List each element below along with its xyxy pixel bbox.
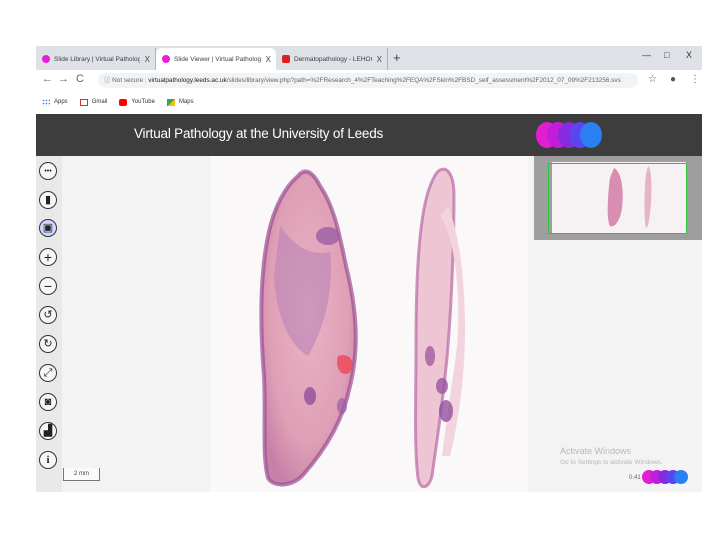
tab-dermatopathology[interactable]: Dermatopathology - LEHOGY X [276,48,388,70]
bookmark-label: Gmail [91,99,108,105]
bookmark-label: Maps [178,99,194,105]
rotate-left-icon[interactable]: ↺ [39,306,57,324]
account-icon[interactable]: ● [670,74,676,85]
tab-close-icon[interactable]: X [266,55,271,64]
browser-window: Slide Library | Virtual Pathology X Slid… [36,46,702,492]
maximize-button[interactable]: □ [664,50,669,60]
url-path: /slides/library/view.php?path=%2FResearc… [226,77,621,84]
bookmark-label: YouTube [131,99,155,105]
rotate-right-icon[interactable]: ↻ [39,335,57,353]
slide-viewer[interactable]: ••• ▮ ▣ + − ↺ ↻ ⤢ ◙ ▟ i 2 mm Activate Wi… [36,156,702,492]
image-icon[interactable]: ▣ [39,219,57,237]
gmail-icon [79,98,88,106]
zoom-in-icon[interactable]: + [39,248,57,266]
apps-grid-icon [42,98,50,106]
forward-button[interactable]: → [58,73,69,85]
leeds-logo[interactable] [536,122,606,148]
tab-slide-library[interactable]: Slide Library | Virtual Pathology X [36,48,156,70]
youtube-icon [119,98,128,106]
viewport-indicator[interactable] [548,163,687,234]
bookmark-maps[interactable]: Maps [166,98,194,106]
viewer-toolbar: ••• ▮ ▣ + − ↺ ↻ ⤢ ◙ ▟ i [36,156,62,492]
youtube-favicon-icon [282,55,290,63]
tab-slide-viewer[interactable]: Slide Viewer | Virtual Pathology X [156,48,276,70]
tab-title: Slide Library | Virtual Pathology [54,55,140,63]
site-favicon-icon [42,55,50,63]
tab-title: Dermatopathology - LEHOGY [294,55,372,63]
watermark-title: Activate Windows [560,446,632,456]
minimize-button[interactable]: — [642,50,651,60]
page-title: Virtual Pathology at the University of L… [134,126,384,141]
bookmark-youtube[interactable]: YouTube [119,98,155,106]
slide-area[interactable] [210,156,528,492]
menu-dots-icon[interactable]: ••• [39,162,57,180]
fullscreen-icon[interactable]: ⤢ [39,364,57,382]
leeds-logo-small [642,470,694,484]
scale-bar: 2 mm [63,468,100,481]
stats-icon[interactable]: ▟ [39,422,57,440]
zoom-level: 0.41 [629,475,641,481]
bookmark-label: Apps [54,99,68,105]
bookmark-apps[interactable]: Apps [42,98,68,106]
reload-button[interactable]: C [76,73,84,85]
maps-icon [166,98,175,106]
tissue-section-image[interactable] [210,156,528,492]
navigator-panel[interactable] [534,156,702,240]
url-host: virtualpathology.leeds.ac.uk [148,77,227,84]
site-favicon-icon [162,55,170,63]
tab-close-icon[interactable]: X [377,55,382,64]
tab-title: Slide Viewer | Virtual Pathology [174,55,261,63]
activate-windows-watermark: Activate Windows Go to Settings to activ… [560,446,663,466]
tab-close-icon[interactable]: X [145,55,150,64]
back-button[interactable]: ← [42,73,53,85]
security-indicator[interactable]: ⓘ Not secure [104,77,143,84]
camera-icon[interactable]: ◙ [39,393,57,411]
star-icon[interactable]: ☆ [648,74,657,85]
annotation-icon[interactable]: ▮ [39,191,57,209]
bookmark-gmail[interactable]: Gmail [79,98,108,106]
close-window-button[interactable]: X [686,50,692,60]
new-tab-button[interactable]: + [393,50,401,65]
bookmarks-bar: Apps Gmail YouTube Maps [36,92,702,112]
address-bar-row: ← → C ⓘ Not secure | virtualpathology.le… [36,70,702,93]
zoom-out-icon[interactable]: − [39,277,57,295]
app-header: Virtual Pathology at the University of L… [36,114,702,156]
menu-kebab-icon[interactable]: ⋮ [690,74,700,85]
tab-strip: Slide Library | Virtual Pathology X Slid… [36,46,702,70]
watermark-subtitle: Go to Settings to activate Windows. [560,459,663,466]
url-field[interactable]: ⓘ Not secure | virtualpathology.leeds.ac… [98,73,638,88]
info-icon[interactable]: i [39,451,57,469]
